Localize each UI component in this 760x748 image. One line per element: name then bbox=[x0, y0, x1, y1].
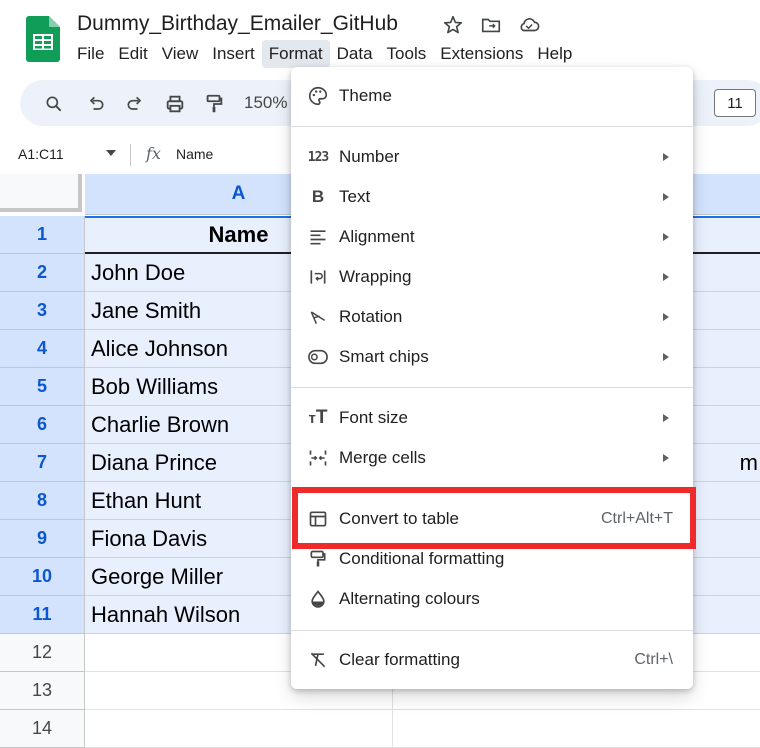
menu-separator bbox=[291, 387, 693, 388]
row-header[interactable]: 11 bbox=[0, 596, 85, 634]
smart-chips-icon bbox=[307, 346, 329, 368]
bold-b-icon: B bbox=[311, 187, 325, 206]
format-menu: Theme 123 Number B Text Alignment Wrappi… bbox=[291, 67, 693, 689]
row-header[interactable]: 5 bbox=[0, 368, 85, 406]
undo-icon[interactable] bbox=[82, 90, 110, 118]
menu-insert[interactable]: Insert bbox=[205, 40, 262, 68]
text-rotation-icon bbox=[307, 306, 329, 328]
text-wrap-icon bbox=[307, 266, 329, 288]
menu-item-shortcut: Ctrl+\ bbox=[634, 651, 673, 668]
align-left-icon bbox=[307, 226, 329, 248]
row-header[interactable]: 4 bbox=[0, 330, 85, 368]
menu-edit[interactable]: Edit bbox=[111, 40, 154, 68]
row-header[interactable]: 1 bbox=[0, 216, 85, 254]
menu-item-clear-formatting[interactable]: Clear formatting Ctrl+\ bbox=[291, 642, 693, 678]
row-header[interactable]: 3 bbox=[0, 292, 85, 330]
menu-item-alignment[interactable]: Alignment bbox=[291, 219, 693, 255]
paint-format-icon[interactable] bbox=[200, 90, 228, 118]
menu-data[interactable]: Data bbox=[330, 40, 380, 68]
menu-item-label: Clear formatting bbox=[339, 650, 460, 669]
submenu-arrow-icon bbox=[663, 353, 669, 361]
move-folder-icon[interactable] bbox=[478, 12, 504, 38]
menu-item-label: Rotation bbox=[339, 307, 403, 326]
print-icon[interactable] bbox=[161, 90, 189, 118]
menu-item-merge-cells[interactable]: Merge cells bbox=[291, 440, 693, 476]
menu-item-wrapping[interactable]: Wrapping bbox=[291, 259, 693, 295]
menu-separator bbox=[291, 126, 693, 127]
document-title[interactable]: Dummy_Birthday_Emailer_GitHub bbox=[77, 12, 398, 36]
menu-item-label: Font size bbox=[339, 408, 408, 427]
row-header[interactable]: 10 bbox=[0, 558, 85, 596]
submenu-arrow-icon bbox=[663, 153, 669, 161]
menu-view[interactable]: View bbox=[155, 40, 206, 68]
palette-icon bbox=[307, 85, 329, 107]
menu-item-label: Text bbox=[339, 187, 371, 206]
fx-icon: fx bbox=[146, 144, 161, 163]
row-header[interactable]: 8 bbox=[0, 482, 85, 520]
menu-item-text[interactable]: B Text bbox=[291, 179, 693, 215]
paint-roller-icon bbox=[307, 548, 329, 570]
row-header[interactable]: 14 bbox=[0, 710, 85, 748]
row-header[interactable]: 6 bbox=[0, 406, 85, 444]
font-size-input[interactable]: 11 bbox=[714, 89, 756, 117]
row-header[interactable]: 2 bbox=[0, 254, 85, 292]
menu-separator bbox=[291, 630, 693, 631]
menu-item-alternating-colours[interactable]: Alternating colours bbox=[291, 581, 693, 617]
highlight-box bbox=[292, 487, 696, 549]
select-all-corner[interactable] bbox=[0, 174, 82, 212]
table-cell[interactable] bbox=[85, 710, 393, 748]
row-header[interactable]: 12 bbox=[0, 634, 85, 672]
row-header[interactable]: 13 bbox=[0, 672, 85, 710]
menu-item-label: Alternating colours bbox=[339, 589, 480, 608]
star-icon[interactable] bbox=[440, 12, 466, 38]
menubar: File Edit View Insert Format Data Tools … bbox=[70, 40, 579, 68]
number-123-icon: 123 bbox=[307, 149, 330, 165]
name-box[interactable]: A1:C11 bbox=[18, 146, 64, 162]
divider bbox=[130, 144, 131, 166]
submenu-arrow-icon bbox=[663, 233, 669, 241]
submenu-arrow-icon bbox=[663, 313, 669, 321]
submenu-arrow-icon bbox=[663, 414, 669, 422]
menu-item-label: Number bbox=[339, 147, 400, 166]
menu-item-label: Conditional formatting bbox=[339, 549, 505, 568]
sheets-logo-icon[interactable] bbox=[26, 16, 60, 62]
color-drop-icon bbox=[307, 588, 329, 610]
menu-item-rotation[interactable]: Rotation bbox=[291, 299, 693, 335]
formula-input[interactable]: Name bbox=[176, 146, 213, 162]
table-cell[interactable] bbox=[393, 710, 760, 748]
search-icon[interactable] bbox=[40, 90, 68, 118]
menu-file[interactable]: File bbox=[70, 40, 111, 68]
menu-format[interactable]: Format bbox=[261, 40, 330, 68]
menu-extensions[interactable]: Extensions bbox=[433, 40, 530, 68]
submenu-arrow-icon bbox=[663, 273, 669, 281]
row-header[interactable]: 7 bbox=[0, 444, 85, 482]
menu-item-label: Alignment bbox=[339, 227, 415, 246]
menu-item-smart-chips[interactable]: Smart chips bbox=[291, 339, 693, 375]
menu-item-label: Smart chips bbox=[339, 347, 429, 366]
submenu-arrow-icon bbox=[663, 454, 669, 462]
row-header[interactable]: 9 bbox=[0, 520, 85, 558]
chevron-down-icon[interactable] bbox=[106, 150, 116, 156]
menu-item-font-size[interactable]: тT Font size bbox=[291, 400, 693, 436]
merge-cells-icon bbox=[307, 447, 329, 469]
menu-item-label: Merge cells bbox=[339, 448, 426, 467]
menu-tools[interactable]: Tools bbox=[380, 40, 434, 68]
menu-item-theme[interactable]: Theme bbox=[291, 78, 693, 114]
redo-icon[interactable] bbox=[121, 90, 149, 118]
zoom-select[interactable]: 150% bbox=[244, 93, 287, 113]
clear-format-icon bbox=[307, 649, 329, 671]
menu-help[interactable]: Help bbox=[530, 40, 579, 68]
menu-item-number[interactable]: 123 Number bbox=[291, 139, 693, 175]
menu-item-label: Wrapping bbox=[339, 267, 412, 286]
submenu-arrow-icon bbox=[663, 193, 669, 201]
menu-item-label: Theme bbox=[339, 86, 392, 105]
font-size-icon: тT bbox=[308, 407, 328, 428]
cloud-status-icon[interactable] bbox=[516, 12, 542, 38]
